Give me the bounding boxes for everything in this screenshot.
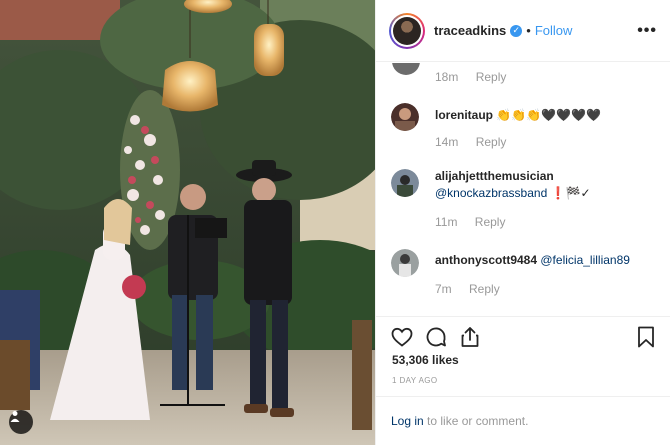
wedding-photo-image [0,0,375,445]
post-actions: 53,306 likes 1 DAY AGO [376,316,670,385]
person-icon [10,411,20,422]
likes-count[interactable]: 53,306 likes [392,353,459,367]
login-prompt-text: to like or comment. [427,414,529,428]
more-options-icon[interactable]: ••• [637,22,657,40]
comment-username[interactable]: alijahjettthemusician [435,169,554,183]
post-timestamp: 1 DAY AGO [392,376,438,385]
comment-time: 18m [435,70,459,84]
verified-badge-icon: ✓ [510,24,523,37]
comment-avatar[interactable] [391,103,419,131]
reply-button[interactable]: Reply [476,70,507,84]
comment-avatar[interactable] [391,169,419,197]
comment-text: lorenitaup 👏👏👏🖤🖤🖤🖤 [435,107,660,124]
heart-icon[interactable] [390,325,414,349]
follow-button[interactable]: Follow [535,23,573,38]
post-photo[interactable] [0,0,375,445]
author-avatar[interactable] [389,12,425,49]
share-icon[interactable] [458,325,482,349]
comment-meta: 14m Reply [435,135,506,149]
comment-meta: 18m Reply [435,70,506,84]
reply-button[interactable]: Reply [475,215,506,229]
header-separator: • [526,23,531,38]
author-username[interactable]: traceadkins [434,23,506,38]
comment-bubble-icon[interactable] [424,325,448,349]
mention-link[interactable]: @knockazbrassband [435,186,547,200]
comment-avatar[interactable] [392,63,420,75]
comment-meta: 11m Reply [435,215,505,229]
comment-username[interactable]: lorenitaup [435,108,493,122]
comment-body: ❗🏁✓ [547,186,591,200]
comment-time: 14m [435,135,459,149]
comment-text: anthonyscott9484 @felicia_lillian89 [435,252,660,269]
login-link[interactable]: Log in [391,414,424,428]
post-header: traceadkins ✓ • Follow ••• [376,0,670,62]
bookmark-icon[interactable] [634,325,658,349]
comment-avatar[interactable] [391,249,419,277]
reply-button[interactable]: Reply [476,135,507,149]
post-side-panel: traceadkins ✓ • Follow ••• 18m Reply lor… [375,0,670,445]
user-tag-icon[interactable] [9,410,33,434]
comment-time: 7m [435,282,452,296]
comment-body: 👏👏👏🖤🖤🖤🖤 [496,108,601,122]
comments-list[interactable]: 18m Reply lorenitaup 👏👏👏🖤🖤🖤🖤 14m Reply a… [376,63,670,315]
reply-button[interactable]: Reply [469,282,500,296]
comment-time: 11m [435,215,458,229]
login-prompt: Log in to like or comment. [376,396,670,445]
comment-text: alijahjettthemusician @knockazbrassband … [435,168,660,202]
comment-username[interactable]: anthonyscott9484 [435,253,537,267]
mention-link[interactable]: @felicia_lillian89 [540,253,630,267]
comment-meta: 7m Reply [435,282,500,296]
